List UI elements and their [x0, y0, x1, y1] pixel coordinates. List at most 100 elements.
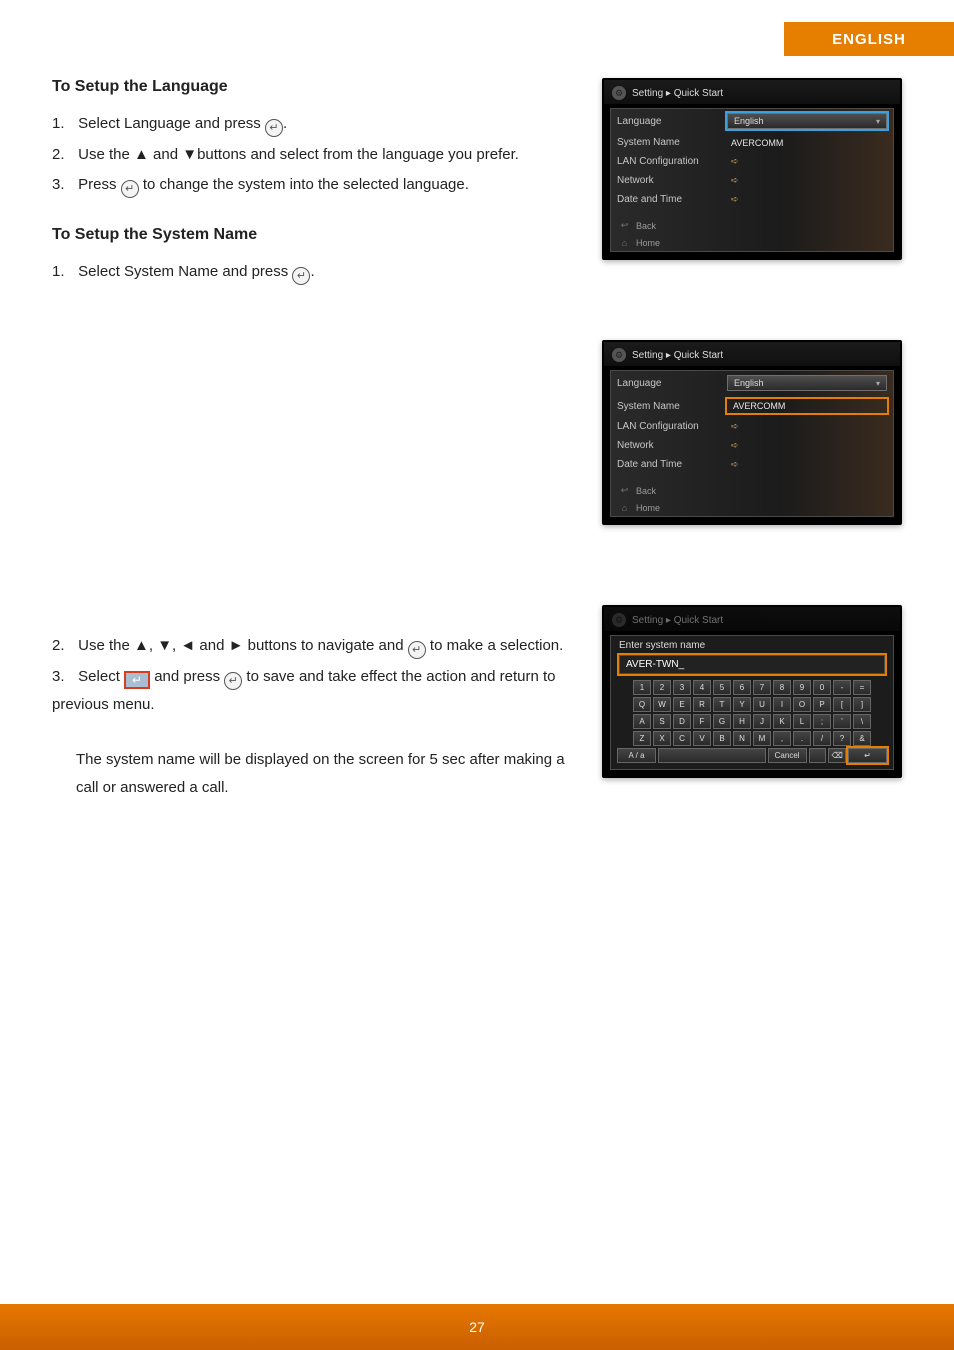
- key[interactable]: .: [793, 731, 811, 746]
- key[interactable]: E: [673, 697, 691, 712]
- nav-home[interactable]: ⌂ Home: [611, 234, 893, 251]
- back-icon: ↩: [619, 485, 630, 496]
- key[interactable]: J: [753, 714, 771, 729]
- enter-icon: ↵: [292, 267, 310, 285]
- language-select[interactable]: English ▾: [727, 375, 887, 391]
- list-item: 1. Select System Name and press ↵.: [52, 258, 572, 287]
- key[interactable]: B: [713, 731, 731, 746]
- key[interactable]: D: [673, 714, 691, 729]
- heading-setup-language: To Setup the Language: [52, 78, 572, 96]
- gear-icon: ⚙: [612, 613, 626, 627]
- key[interactable]: [: [833, 697, 851, 712]
- key[interactable]: ]: [853, 697, 871, 712]
- key[interactable]: 2: [653, 680, 671, 695]
- key[interactable]: -: [833, 680, 851, 695]
- key[interactable]: ,: [773, 731, 791, 746]
- back-icon: ↩: [619, 220, 630, 231]
- key[interactable]: A: [633, 714, 651, 729]
- key[interactable]: Y: [733, 697, 751, 712]
- key[interactable]: 6: [733, 680, 751, 695]
- key[interactable]: ;: [813, 714, 831, 729]
- key[interactable]: M: [753, 731, 771, 746]
- home-icon: ⌂: [619, 502, 630, 513]
- key[interactable]: 1: [633, 680, 651, 695]
- list-lower: 2. Use the ▲, ▼, ◄ and ► buttons to navi…: [52, 632, 572, 720]
- key[interactable]: 7: [753, 680, 771, 695]
- key[interactable]: L: [793, 714, 811, 729]
- nav-home[interactable]: ⌂ Home: [611, 499, 893, 516]
- row-label-lan: LAN Configuration: [617, 421, 727, 432]
- key[interactable]: ': [833, 714, 851, 729]
- arrow-right-icon: ➪: [727, 421, 887, 432]
- arrow-right-icon: ➪: [727, 440, 887, 451]
- keyboard-title: Enter system name: [611, 636, 893, 653]
- row-label-system-name: System Name: [617, 137, 727, 148]
- page-footer: 27: [0, 1304, 954, 1350]
- key[interactable]: Z: [633, 731, 651, 746]
- key[interactable]: H: [733, 714, 751, 729]
- list-item: 3. Press ↵ to change the system into the…: [52, 171, 572, 200]
- language-select[interactable]: English ▾: [727, 113, 887, 129]
- key[interactable]: 8: [773, 680, 791, 695]
- key[interactable]: \: [853, 714, 871, 729]
- language-tab: ENGLISH: [784, 22, 954, 56]
- key-mode-toggle[interactable]: A / a: [617, 748, 656, 763]
- key[interactable]: V: [693, 731, 711, 746]
- key[interactable]: Q: [633, 697, 651, 712]
- key[interactable]: S: [653, 714, 671, 729]
- row-label-system-name: System Name: [617, 401, 727, 412]
- key[interactable]: ?: [833, 731, 851, 746]
- key-space[interactable]: [658, 748, 765, 763]
- list-setup-system-name: 1. Select System Name and press ↵.: [52, 258, 572, 287]
- gear-icon: ⚙: [612, 348, 626, 362]
- chevron-down-icon: ▾: [876, 379, 880, 388]
- key[interactable]: C: [673, 731, 691, 746]
- key[interactable]: 5: [713, 680, 731, 695]
- nav-back[interactable]: ↩ Back: [611, 482, 893, 499]
- key[interactable]: 4: [693, 680, 711, 695]
- system-name-input[interactable]: AVER-TWN_: [619, 655, 885, 674]
- key[interactable]: X: [653, 731, 671, 746]
- list-item: 1. Select Language and press ↵.: [52, 110, 572, 139]
- lower-text-block: 2. Use the ▲, ▼, ◄ and ► buttons to navi…: [52, 632, 572, 829]
- return-key-icon: ↵: [124, 671, 150, 689]
- list-item: 2. Use the ▲, ▼, ◄ and ► buttons to navi…: [52, 632, 572, 661]
- enter-icon: ↵: [265, 119, 283, 137]
- system-name-value: AVERCOMM: [727, 138, 887, 148]
- key[interactable]: F: [693, 714, 711, 729]
- key[interactable]: =: [853, 680, 871, 695]
- key[interactable]: &: [853, 731, 871, 746]
- key[interactable]: W: [653, 697, 671, 712]
- row-label-datetime: Date and Time: [617, 194, 727, 205]
- language-select-value: English: [734, 116, 764, 126]
- key[interactable]: U: [753, 697, 771, 712]
- key[interactable]: R: [693, 697, 711, 712]
- key[interactable]: O: [793, 697, 811, 712]
- key[interactable]: [809, 748, 827, 763]
- key[interactable]: /: [813, 731, 831, 746]
- key-enter[interactable]: ↵: [848, 748, 887, 763]
- key[interactable]: 3: [673, 680, 691, 695]
- key[interactable]: N: [733, 731, 751, 746]
- nav-back-label: Back: [636, 221, 656, 231]
- key[interactable]: T: [713, 697, 731, 712]
- key[interactable]: G: [713, 714, 731, 729]
- system-name-value[interactable]: AVERCOMM: [727, 399, 887, 413]
- nav-back[interactable]: ↩ Back: [611, 217, 893, 234]
- breadcrumb-text: Setting ▸ Quick Start: [632, 88, 723, 99]
- note-text: The system name will be displayed on the…: [76, 751, 565, 797]
- key[interactable]: 9: [793, 680, 811, 695]
- key[interactable]: K: [773, 714, 791, 729]
- key[interactable]: 0: [813, 680, 831, 695]
- key-backspace[interactable]: ⌫: [828, 748, 846, 763]
- gear-icon: ⚙: [612, 86, 626, 100]
- key[interactable]: P: [813, 697, 831, 712]
- arrow-right-icon: ➪: [727, 194, 887, 205]
- enter-icon: ↵: [224, 672, 242, 690]
- arrow-right-icon: ➪: [727, 175, 887, 186]
- key[interactable]: I: [773, 697, 791, 712]
- breadcrumb-text: Setting ▸ Quick Start: [632, 615, 723, 626]
- key-cancel[interactable]: Cancel: [768, 748, 807, 763]
- breadcrumb-text: Setting ▸ Quick Start: [632, 350, 723, 361]
- screenshot-quick-start-language: ⚙ Setting ▸ Quick Start Language English…: [602, 78, 902, 260]
